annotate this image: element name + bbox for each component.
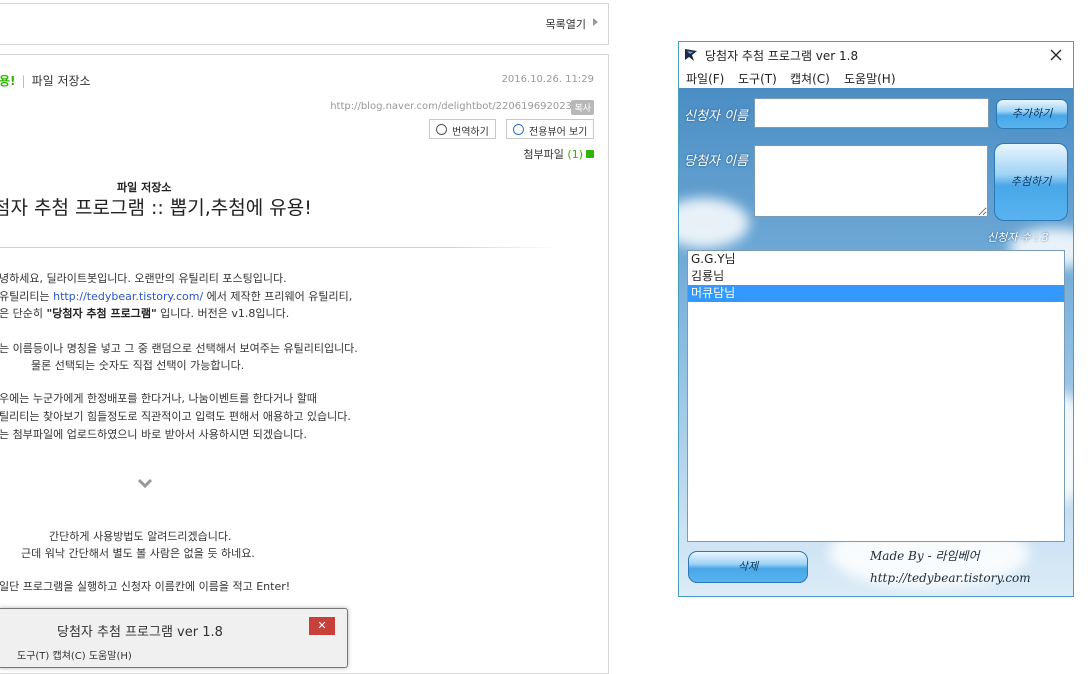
viewer-button[interactable]: 전용뷰어 보기: [506, 119, 595, 139]
draw-button[interactable]: 추첨하기: [994, 143, 1068, 221]
p2-text-end: 에서 제작한 프리웨어 유틸리티,: [203, 290, 353, 303]
lottery-app-window: 당첨자 추첨 프로그램 ver 1.8 파일(F) 도구(T) 캡쳐(C) 도움…: [678, 41, 1074, 597]
post-container: 용! | 파일 저장소 2016.10.26. 11:29 http://blog.…: [0, 54, 609, 674]
blog-top-bar: 목록열기: [0, 3, 609, 45]
copy-url-button[interactable]: 복사: [571, 100, 594, 115]
paragraph-7: 틸리티는 찾아보기 힘들정도로 직관적이고 입력도 편해서 애용하고 있습니다.: [0, 410, 351, 423]
menu-bar: 파일(F) 도구(T) 캡쳐(C) 도움말(H): [679, 68, 1073, 88]
translate-label: 번역하기: [452, 127, 489, 138]
post-url[interactable]: http://blog.naver.com/delightbot/2206196…: [330, 101, 572, 112]
menu-tools[interactable]: 도구(T): [738, 70, 777, 87]
chevron-down-icon: [137, 478, 153, 489]
viewer-label: 전용뷰어 보기: [529, 127, 588, 138]
center-line-2: 근데 워낙 간단해서 별도 볼 사람은 없을 듯 하네요.: [21, 547, 255, 560]
winner-name-field[interactable]: [754, 145, 988, 217]
paragraph-1: 녕하세요, 딜라이트봇입니다. 오랜만의 유틸리티 포스팅입니다.: [0, 272, 287, 285]
translate-button[interactable]: 번역하기: [429, 119, 496, 139]
blog-post-area: 목록열기 용! | 파일 저장소 2016.10.26. 11:29 http://…: [0, 0, 640, 674]
applicant-count: 신청자 수 : 3: [987, 231, 1049, 244]
made-by-text: Made By - 라임베어: [870, 549, 980, 563]
paragraph-4: 는 이름등이나 명칭을 넣고 그 중 랜덤으로 선택해서 보여주는 유틸리티입니…: [0, 342, 358, 355]
p2-text: 유틸리티는: [0, 290, 54, 303]
paragraph-3: 은 단순히 "당첨자 추첨 프로그램" 입니다. 버전은 v1.8입니다.: [0, 305, 289, 322]
paragraph-2: 유틸리티는 http://tedybear.tistory.com/ 에서 제작…: [0, 288, 352, 305]
attachment-label: 첨부파일: [523, 148, 564, 161]
add-button[interactable]: 추가하기: [996, 99, 1068, 129]
window-title: 당첨자 추첨 프로그램 ver 1.8: [705, 49, 859, 63]
p3-text-end: 입니다. 버전은 v1.8입니다.: [156, 307, 290, 320]
inner-program-screenshot: 당첨자 추첨 프로그램 ver 1.8 ✕ 도구(T) 캡쳐(C) 도움말(H): [0, 608, 348, 668]
inner-menu: 도구(T) 캡쳐(C) 도움말(H): [17, 651, 132, 662]
center-line-1: 간단하게 사용방법도 알려드리겠습니다.: [49, 530, 232, 543]
p3-text: 은 단순히: [0, 307, 47, 320]
title-divider: [0, 247, 559, 248]
close-icon[interactable]: [1045, 45, 1067, 65]
post-category-line: 용! | 파일 저장소: [0, 72, 91, 89]
tedybear-link[interactable]: http://tedybear.tistory.com/: [53, 290, 203, 303]
center-line-3: 일단 프로그램을 실행하고 신청자 이름칸에 이름을 적고 Enter!: [0, 580, 291, 593]
post-title: 첨자 추첨 프로그램 :: 뽑기,추첨에 유용!: [0, 197, 312, 219]
paragraph-5: 물론 선택되는 숫자도 직접 선택이 가능합니다.: [31, 359, 245, 372]
inner-window-title: 당첨자 추첨 프로그램 ver 1.8: [57, 625, 223, 640]
list-item[interactable]: 김룡님: [688, 268, 1064, 285]
menu-help[interactable]: 도움말(H): [844, 70, 896, 87]
category-link[interactable]: 파일 저장소: [32, 74, 91, 88]
app-icon: [685, 49, 697, 61]
magnifier-icon: [513, 124, 524, 135]
list-item-selected[interactable]: 머큐담님: [688, 285, 1064, 302]
applicant-name-input[interactable]: [754, 98, 989, 128]
attachment-link[interactable]: 첨부파일 (1): [523, 146, 594, 162]
list-item[interactable]: G.G.Y님: [688, 251, 1064, 268]
category-separator: |: [21, 74, 26, 88]
inner-close-icon: ✕: [309, 617, 335, 635]
paragraph-6: 우에는 누군가에게 한정배포를 한다거나, 나눔이벤트를 한다거나 할때: [0, 392, 317, 405]
title-bar: 당첨자 추첨 프로그램 ver 1.8: [679, 42, 1073, 68]
post-date: 2016.10.26. 11:29: [501, 74, 594, 85]
menu-capture[interactable]: 캡쳐(C): [790, 70, 830, 87]
p3-bold: "당첨자 추첨 프로그램": [46, 307, 157, 320]
applicant-name-label: 신청자 이름: [684, 109, 748, 124]
app-client-area: 신청자 이름 추가하기 당첨자 이름 추첨하기 신청자 수 : 3 G.G.Y님…: [679, 88, 1073, 596]
cloud-decoration: [679, 198, 749, 248]
menu-file[interactable]: 파일(F): [686, 70, 724, 87]
chevron-right-icon: [593, 18, 598, 26]
winner-name-label: 당첨자 이름: [684, 154, 748, 169]
toc-link[interactable]: 목록열기: [546, 16, 586, 32]
delete-button[interactable]: 삭제: [688, 551, 808, 583]
category-prefix: 용!: [0, 74, 16, 88]
attachment-count: (1): [567, 148, 583, 161]
paragraph-8: 는 첨부파일에 업로드하였으니 바로 받아서 사용하시면 되겠습니다.: [0, 428, 307, 441]
globe-icon: [436, 124, 447, 135]
site-url-text: http://tedybear.tistory.com: [870, 571, 1031, 585]
applicant-list[interactable]: G.G.Y님 김룡님 머큐담님: [687, 250, 1065, 542]
download-icon: [586, 150, 594, 158]
